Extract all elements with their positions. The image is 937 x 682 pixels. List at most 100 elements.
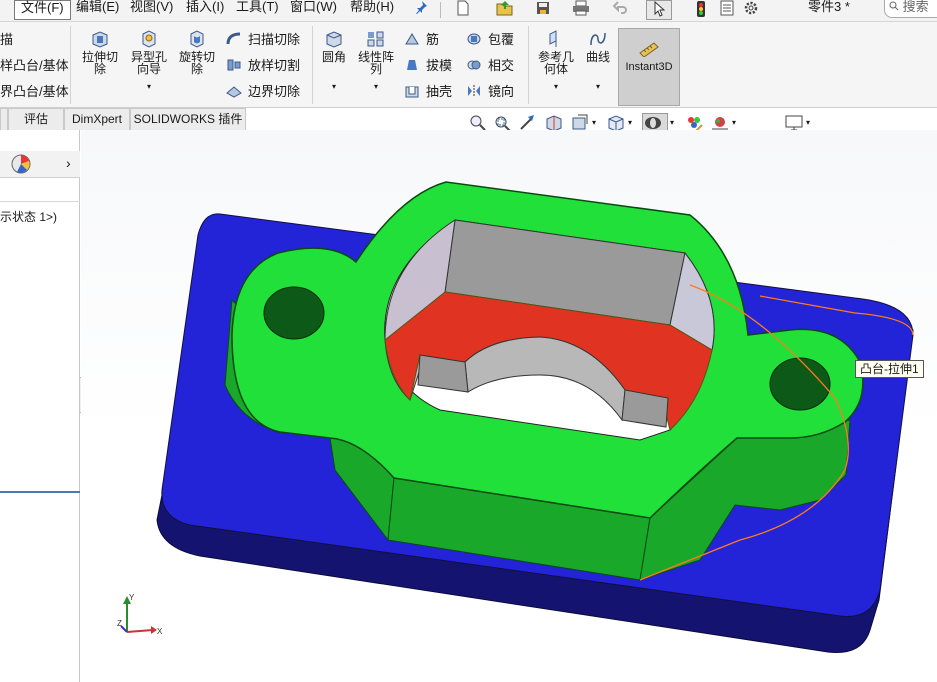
search-input[interactable]: 搜索 — [884, 0, 937, 18]
separator — [312, 26, 313, 104]
search-icon — [889, 0, 903, 14]
dropdown-arrow-icon[interactable]: ▾ — [354, 81, 398, 93]
revolved-cut-icon — [190, 30, 204, 48]
tab-solidworks-addins[interactable]: SOLIDWORKS 插件 — [130, 108, 246, 130]
menu-file[interactable]: 文件(F) — [14, 0, 71, 20]
pin-icon[interactable] — [408, 0, 434, 20]
traffic-light-icon[interactable] — [688, 0, 714, 20]
menu-bar: 文件(F) 编辑(E) 视图(V) 插入(I) 工具(T) 窗口(W) 帮助(H… — [0, 0, 937, 22]
feature-tree-filter[interactable] — [0, 178, 80, 202]
dropdown-arrow-icon[interactable]: ▾ — [534, 81, 578, 93]
draft-label: 拔模 — [426, 58, 453, 73]
shell-icon — [405, 86, 419, 98]
curves-icon — [590, 32, 606, 46]
command-manager-ribbon: 描 样凸台/基体 界凸台/基体 拉伸切 除 异型孔 向导 ▾ 旋转切 除 扫描切… — [0, 22, 937, 108]
menu-insert[interactable]: 插入(I) — [180, 0, 230, 20]
boundary-cut-icon — [226, 86, 242, 98]
menu-help[interactable]: 帮助(H) — [344, 0, 400, 20]
menu-view[interactable]: 视图(V) — [124, 0, 179, 20]
rib-label: 筋 — [426, 32, 440, 47]
ribbon-partial-item[interactable]: 描 — [0, 32, 13, 48]
hole-wizard-label: 异型孔 向导 — [130, 50, 167, 76]
graphics-viewport[interactable]: Y X Z — [81, 130, 937, 682]
3d-model[interactable] — [81, 130, 937, 682]
instant3d-button[interactable]: Instant3D — [618, 28, 680, 106]
instant3d-label: Instant3D — [625, 61, 673, 73]
curves-button[interactable]: 曲线 ▾ — [580, 30, 616, 93]
document-title: 零件3 * — [808, 0, 850, 14]
mirror-button[interactable]: 镜向 — [466, 84, 514, 100]
lofted-cut-label: 放样切割 — [248, 58, 301, 73]
rib-icon — [405, 33, 419, 45]
gear-icon[interactable] — [738, 0, 764, 20]
extruded-cut-button[interactable]: 拉伸切 除 — [76, 30, 124, 75]
command-manager-tabs: 评估 DimXpert SOLIDWORKS 插件 — [0, 108, 250, 130]
shell-label: 抽壳 — [426, 84, 453, 99]
reference-geometry-icon — [549, 30, 557, 47]
instant3d-icon — [639, 42, 659, 57]
draft-button[interactable]: 拔模 — [404, 58, 452, 74]
options-list-icon[interactable] — [714, 0, 740, 20]
reference-geometry-label: 参考几 何体 — [537, 50, 574, 76]
mirror-label: 镜向 — [488, 84, 515, 99]
dropdown-arrow-icon[interactable]: ▾ — [126, 81, 172, 93]
tree-item-display-state[interactable]: 示状态 1>) — [0, 210, 57, 224]
revolved-cut-button[interactable]: 旋转切 除 — [174, 30, 220, 75]
menu-window[interactable]: 窗口(W) — [284, 0, 343, 20]
panel-divider — [0, 491, 80, 493]
hole-wizard-button[interactable]: 异型孔 向导 ▾ — [126, 30, 172, 93]
select-pointer-icon[interactable] — [646, 0, 672, 20]
menu-edit[interactable]: 编辑(E) — [70, 0, 125, 20]
wrap-button[interactable]: 包覆 — [466, 32, 514, 48]
feature-manager-tab-bar: › — [0, 151, 80, 178]
fillet-label: 圆角 — [321, 50, 346, 64]
lofted-cut-button[interactable]: 放样切割 — [226, 58, 300, 74]
print-icon[interactable] — [568, 0, 594, 20]
menu-tools[interactable]: 工具(T) — [230, 0, 285, 20]
dropdown-arrow-icon[interactable]: ▾ — [316, 81, 352, 93]
separator — [440, 2, 441, 18]
wrap-label: 包覆 — [488, 32, 515, 47]
hole-wizard-icon — [142, 30, 156, 48]
lofted-cut-icon — [227, 59, 241, 71]
revolved-cut-label: 旋转切 除 — [178, 50, 215, 76]
display-manager-icon[interactable] — [10, 153, 32, 178]
reference-geometry-button[interactable]: 参考几 何体 ▾ — [534, 30, 578, 93]
fillet-icon — [326, 31, 342, 48]
swept-cut-button[interactable]: 扫描切除 — [226, 32, 300, 48]
extruded-cut-label: 拉伸切 除 — [81, 50, 118, 76]
triad-y-label: Y — [129, 593, 135, 602]
triad-z-label: Z — [117, 619, 122, 628]
chevron-right-icon[interactable]: › — [66, 155, 71, 171]
undo-icon[interactable] — [608, 0, 634, 20]
coordinate-triad: Y X Z — [117, 593, 163, 636]
boundary-cut-button[interactable]: 边界切除 — [226, 84, 300, 100]
intersect-icon — [467, 60, 481, 70]
new-document-icon[interactable] — [450, 0, 476, 20]
swept-cut-label: 扫描切除 — [248, 32, 301, 47]
separator — [70, 26, 71, 104]
rib-button[interactable]: 筋 — [404, 32, 439, 48]
draft-icon — [407, 60, 417, 70]
triad-x-label: X — [157, 627, 163, 636]
tab-evaluate[interactable]: 评估 — [8, 108, 64, 130]
shell-button[interactable]: 抽壳 — [404, 84, 452, 100]
intersect-label: 相交 — [488, 58, 515, 73]
linear-pattern-button[interactable]: 线性阵 列 ▾ — [354, 30, 398, 93]
ribbon-partial-item[interactable]: 样凸台/基体 — [0, 58, 69, 74]
swept-cut-icon — [226, 32, 241, 45]
tab-dimxpert[interactable]: DimXpert — [64, 108, 130, 130]
ribbon-partial-item[interactable]: 界凸台/基体 — [0, 84, 69, 100]
feature-tooltip: 凸台-拉伸1 — [855, 360, 924, 378]
linear-pattern-label: 线性阵 列 — [357, 50, 394, 76]
open-icon[interactable] — [492, 0, 518, 20]
fillet-button[interactable]: 圆角 ▾ — [316, 30, 352, 93]
feature-tree: 示状态 1>) — [0, 208, 57, 225]
dropdown-arrow-icon[interactable]: ▾ — [580, 81, 616, 93]
bolt-hole-right — [769, 357, 831, 411]
feature-manager-panel: › 示状态 1>) — [0, 130, 80, 682]
intersect-button[interactable]: 相交 — [466, 58, 514, 74]
tab-partial[interactable] — [0, 108, 8, 130]
boundary-cut-label: 边界切除 — [248, 84, 301, 99]
save-icon[interactable] — [530, 0, 556, 20]
